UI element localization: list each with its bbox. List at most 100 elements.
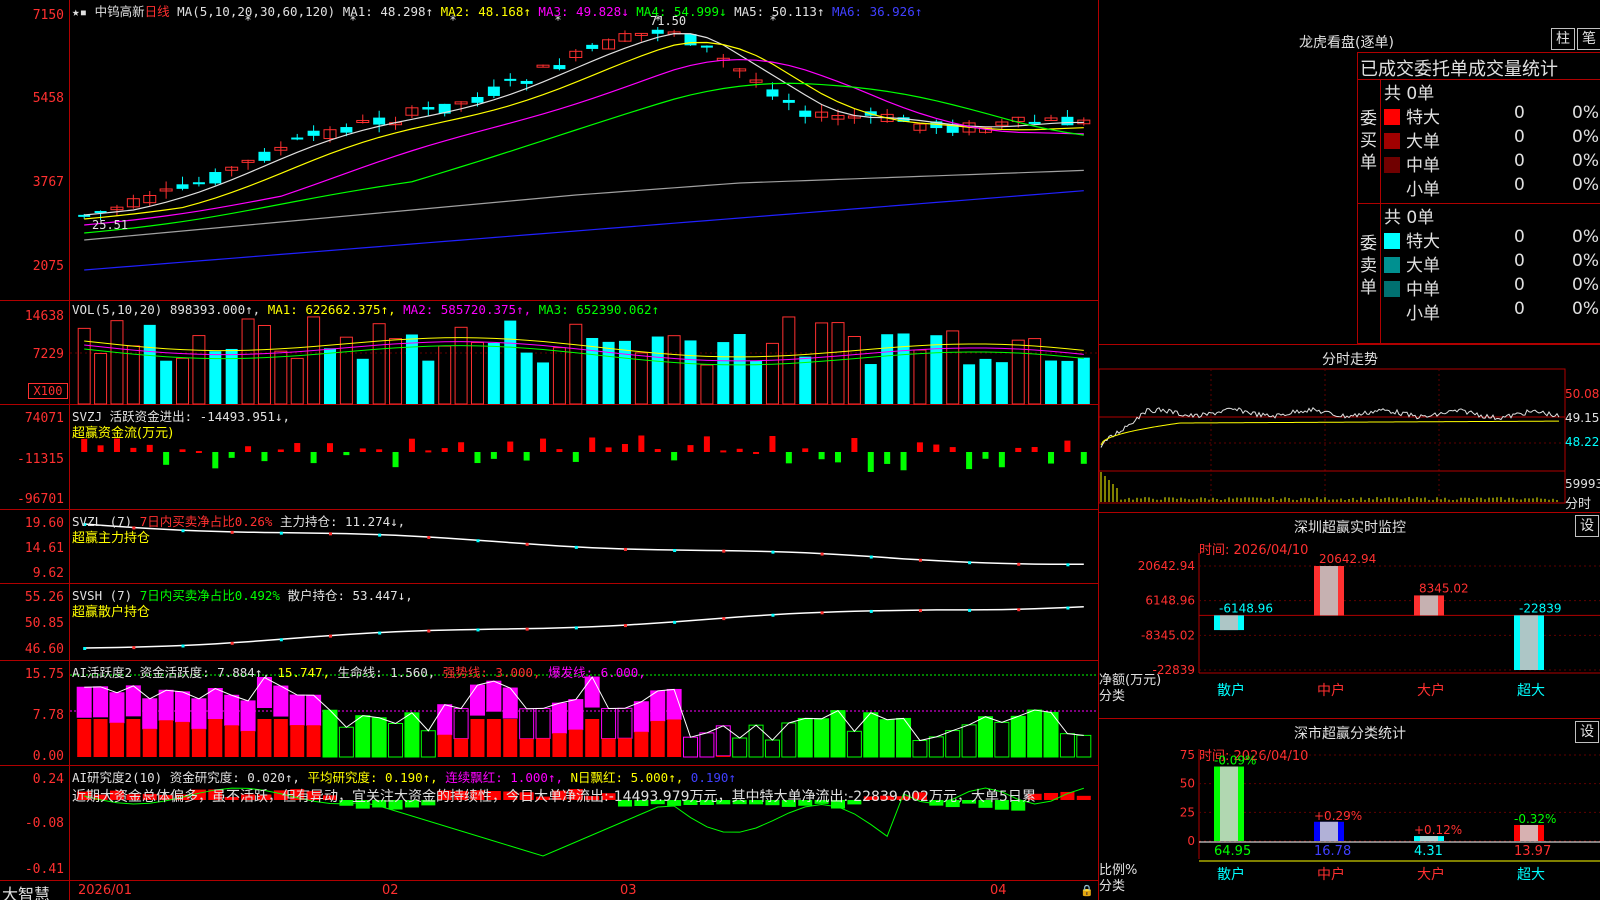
y-tick: 15.75 [24,667,64,682]
holding-tick [1017,608,1021,612]
fund-flow-bar [425,450,432,453]
kline-header: ★▪ 中钨高新日线 MA(5,10,20,30,60,120) MA1: 48.… [72,1,922,20]
activity-bar-top [142,698,158,730]
intraday-panel[interactable]: 分时走势 50.08 49.15 48.22 59993 分时 [1099,344,1600,512]
volume-bar-down [717,342,730,404]
activity-bar [716,755,731,757]
candle-body-down [553,65,566,70]
order-total: 共 0单 [1384,84,1435,104]
svsh-pane[interactable]: SVSH (7) 7日内买卖净占比0.492% 散户持仓: 53.447↓, 超… [0,584,1098,661]
volume-bar-down [356,358,369,404]
chart-area[interactable]: * * * * * * ★▪ 中钨高新日线 MA(5,10,20,30,60,120) M… [0,0,1098,900]
sz-monitor-panel[interactable]: 深圳超赢实时监控 设 时间: 2026/04/10 20642.94 6148.9… [1099,512,1600,718]
volume-unit-button[interactable]: X100 [28,383,68,399]
activity-bar [601,738,616,757]
volume-pane[interactable]: VOL(5,10,20) 898393.000↑, MA1: 622662.37… [0,301,1098,405]
fund-flow-bar [212,452,219,469]
holding-tick [968,608,972,612]
y-tick: 50.85 [24,616,64,631]
svzj-pane[interactable]: SVZJ 活跃资金进出: -14493.951↓, 超赢资金流(万元) 7407… [0,405,1098,510]
sz-class-chart[interactable]: 75 50 25 0 -0.09% 64.95 散户 +0.29% 16.78 中户 +0.12% 4… [1099,719,1600,900]
fund-flow-bar [687,445,694,452]
order-size-name: 特大 [1406,108,1440,128]
activity-bar [1076,734,1092,758]
fund-flow-bar [1015,447,1022,452]
activity-bar-top [273,685,289,717]
volume-bar-down [995,362,1008,404]
period-label[interactable]: 日线 [145,4,170,19]
change-label: -0.09% [1214,754,1256,768]
volume-bar-down [324,348,336,404]
candle-body-down [651,29,664,34]
fund-flow-bar [949,447,956,452]
volume-bar-up [765,342,779,405]
holding-line [84,605,1084,649]
fund-flow-bar [261,452,268,462]
legend-swatch [1384,305,1400,321]
star-icon[interactable]: ★▪ [72,4,87,19]
candle-body-down [782,99,795,103]
volume-bar-down [487,342,500,404]
y-tick: 0 [1187,834,1195,848]
category-label: 超大 [1517,867,1545,883]
volume-bar-up [241,318,255,405]
volume-bar-up [110,320,124,405]
holding-tick [378,533,382,537]
volume-bar-up [700,364,714,405]
volume-bar-up [274,350,288,405]
volume-bar-down [225,348,238,404]
activity-bar-top [519,708,535,740]
holding-tick [918,609,922,613]
activity-bar [371,717,387,758]
kline-chart[interactable]: * * * * * * [0,0,1098,301]
holding-tick [918,558,922,562]
activity-bar [846,730,862,758]
lhb-table: 已成交委托单成交量统计 委买单 委卖单 共 0单 特大 0 0% 大单 0 0% 中单 0 0% 小… [1357,52,1600,344]
fund-flow-bar [97,445,104,452]
holding-tick [1066,606,1070,610]
class-bar-highlight [1520,824,1538,841]
fund-flow-bar [392,452,399,468]
activity-bar-top [502,687,518,719]
ratio-label: 13.97 [1514,844,1551,859]
activity-bar [338,726,354,758]
holding-tick [525,542,529,546]
bar-view-button[interactable]: 柱 [1551,28,1575,50]
x-tick: 04 [990,883,1007,898]
ma-line [84,82,1084,234]
y-tick: 74071 [24,411,64,426]
intraday-chart[interactable] [1099,345,1600,513]
holding-tick [132,646,136,650]
ai-research-pane[interactable]: AI研究度2(10) 资金研究度: 0.020↑, 平均研究度: 0.190↑,… [0,766,1098,880]
bar-highlight [1520,615,1538,670]
sz-class-panel[interactable]: 深市超赢分类统计 设 时间: 2026/04/10 75 50 25 0 -0.09% 6… [1099,718,1600,900]
ai-active-pane[interactable]: AI活跃度2 资金活跃度: 7.884↑, 15.747, 生命线: 1.560… [0,661,1098,766]
fund-flow-bar [1080,452,1087,464]
holding-tick [427,535,431,539]
activity-bar-top [437,704,453,736]
fund-flow-bar [1031,447,1038,452]
ma6-line [84,190,1084,271]
low-price-label: 25.51 [92,218,129,232]
order-size-name: 小单 [1406,180,1440,200]
stock-name[interactable]: 中钨高新 [95,4,145,19]
fund-flow-bar [195,450,202,453]
kline-pane[interactable]: * * * * * * ★▪ 中钨高新日线 MA(5,10,20,30,60,120) M… [0,0,1098,301]
activity-bar-top [256,677,272,709]
activity-bar [994,721,1010,758]
fund-flow-bar [540,438,547,452]
candle-body-down [176,184,189,189]
legend-swatch [1384,109,1400,125]
sz-monitor-chart[interactable]: 20642.94 6148.96 -8345.02 -22839 -6148.96 散户 2… [1099,513,1600,719]
pen-view-button[interactable]: 笔 [1577,28,1600,50]
fund-flow-bar [523,452,530,461]
activity-bar [568,729,583,757]
activity-bar [961,724,977,758]
activity-bar [863,712,879,758]
holding-tick [574,626,578,630]
activity-bar-top [633,701,649,733]
category-label: 散户 [1217,682,1245,699]
candle-body-down [520,80,533,84]
svzl-pane[interactable]: SVZL (7) 7日内买卖净占比0.26% 主力持仓: 11.274↓, 超赢… [0,510,1098,584]
lock-icon[interactable]: 🔒 [1080,884,1094,897]
